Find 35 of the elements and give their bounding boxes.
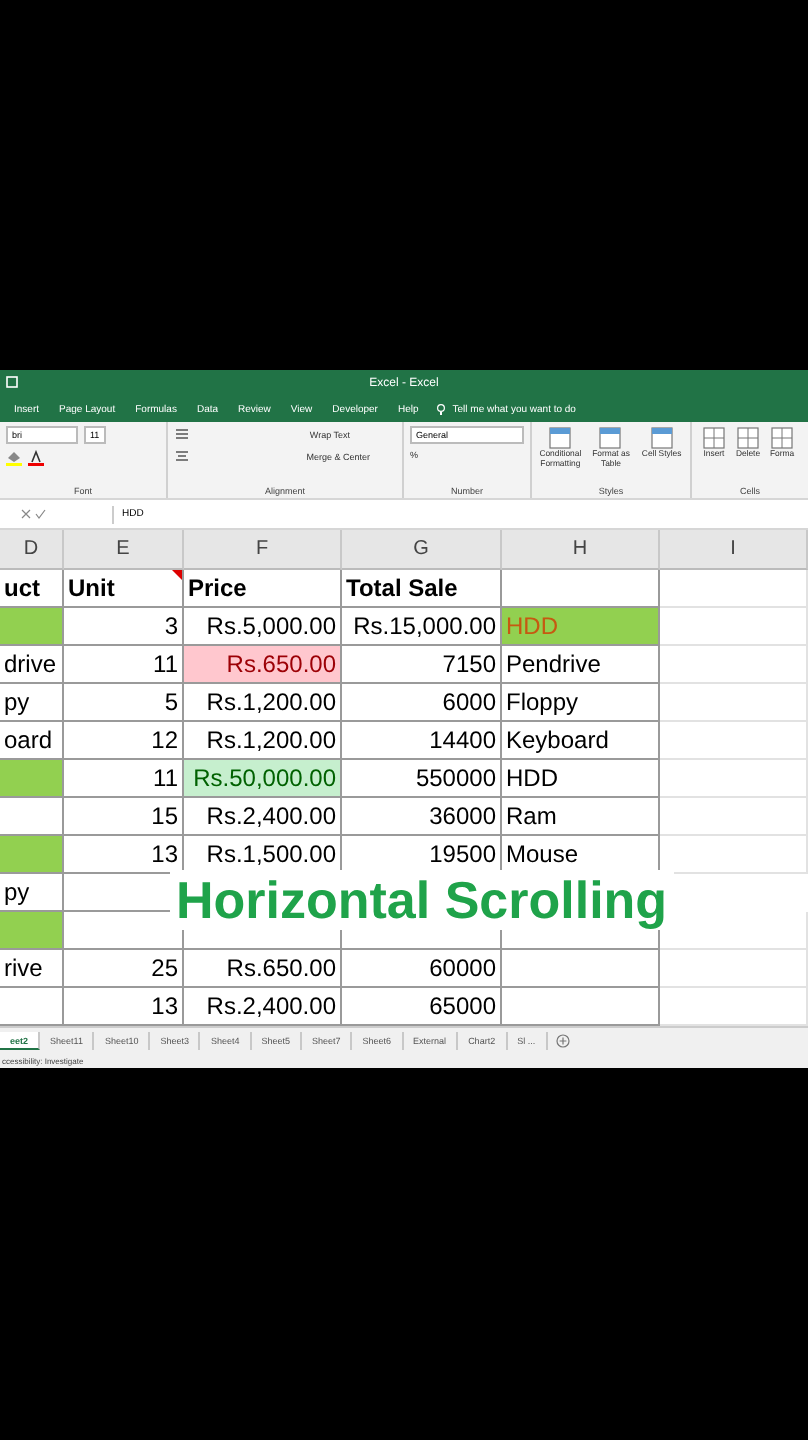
column-header[interactable]: H bbox=[502, 530, 660, 570]
table-cell: HDD bbox=[502, 760, 660, 798]
table-cell: Unit bbox=[64, 570, 184, 608]
table-cell: Pendrive bbox=[502, 646, 660, 684]
table-cell: 12 bbox=[64, 722, 184, 760]
column-header[interactable]: I bbox=[660, 530, 808, 570]
table-cell: 5 bbox=[64, 684, 184, 722]
table-cell: Rs.1,200.00 bbox=[184, 684, 342, 722]
table-cell: HDD bbox=[502, 608, 660, 646]
table-cell: Floppy bbox=[502, 684, 660, 722]
table-cell: 25 bbox=[64, 950, 184, 988]
table-cell: Rs.650.00 bbox=[184, 950, 342, 988]
caption-text: Horizontal Scrolling bbox=[170, 870, 674, 930]
column-header[interactable]: F bbox=[184, 530, 342, 570]
table-cell: 7150 bbox=[342, 646, 502, 684]
table-cell: 36000 bbox=[342, 798, 502, 836]
table-cell: 15 bbox=[64, 798, 184, 836]
table-cell: Keyboard bbox=[502, 722, 660, 760]
table-cell: rive bbox=[0, 950, 64, 988]
table-cell: Rs.2,400.00 bbox=[184, 798, 342, 836]
table-cell: drive bbox=[0, 646, 64, 684]
column-header[interactable]: E bbox=[64, 530, 184, 570]
column-header[interactable]: G bbox=[342, 530, 502, 570]
table-cell: 60000 bbox=[342, 950, 502, 988]
table-cell: Price bbox=[184, 570, 342, 608]
table-cell: 3 bbox=[64, 608, 184, 646]
table-cell: 550000 bbox=[342, 760, 502, 798]
table-cell: Rs.50,000.00 bbox=[184, 760, 342, 798]
table-cell: Rs.650.00 bbox=[184, 646, 342, 684]
table-cell: Total Sale bbox=[342, 570, 502, 608]
column-header[interactable]: D bbox=[0, 530, 64, 570]
table-cell: 6000 bbox=[342, 684, 502, 722]
table-cell: 14400 bbox=[342, 722, 502, 760]
table-cell: py bbox=[0, 684, 64, 722]
table-cell: Ram bbox=[502, 798, 660, 836]
